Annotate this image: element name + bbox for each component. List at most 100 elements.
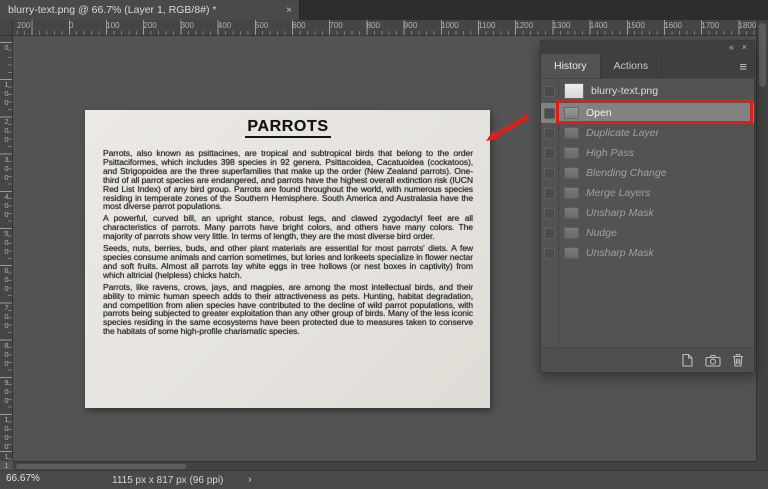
ruler-corner (0, 20, 13, 36)
panel-tab-bar: History Actions ≡ (541, 54, 754, 79)
ruler-label: 0 (2, 43, 11, 52)
document-paragraph: Seeds, nuts, berries, buds, and other pl… (103, 243, 473, 280)
ruler-label: 1000 (2, 415, 11, 451)
history-state-icon (564, 107, 579, 119)
horizontal-scrollbar[interactable] (13, 461, 756, 470)
status-bar: 1115 px x 817 px (96 ppi) › (0, 470, 768, 489)
history-brush-checkbox[interactable] (544, 127, 555, 139)
history-state-icon (564, 127, 579, 139)
ruler-label: 700 (329, 21, 343, 30)
delete-state-button[interactable] (732, 353, 744, 367)
ruler-label: 1200 (515, 21, 534, 30)
history-brush-checkbox[interactable] (544, 147, 555, 159)
history-state-row[interactable]: Blending Change (541, 163, 754, 183)
history-brush-checkbox[interactable] (544, 85, 555, 97)
document-paragraph: Parrots, like ravens, crows, jays, and m… (103, 281, 473, 337)
ruler-label: 600 (292, 21, 306, 30)
horizontal-ruler: 200 0 100 200 300 400 500 600 700 800 900 1000 1100 1… (13, 20, 756, 36)
history-state-row[interactable]: Unsharp Mask (541, 243, 754, 263)
history-state-row[interactable]: Duplicate Layer (541, 123, 754, 143)
new-document-from-state-icon (682, 353, 693, 367)
history-state-label: Open (586, 107, 612, 119)
ruler-label: 100 (106, 21, 120, 30)
history-state-icon (564, 167, 579, 179)
ruler-label: 500 (255, 21, 269, 30)
history-panel-footer (541, 347, 754, 372)
history-brush-checkbox[interactable] (544, 107, 555, 119)
history-state-icon (564, 147, 579, 159)
ruler-label: 1700 (701, 21, 720, 30)
ruler-label: 200 (143, 21, 157, 30)
document-body: Parrots, also known as psittacines, are … (103, 149, 473, 336)
history-state-row[interactable]: High Pass (541, 143, 754, 163)
document-title: PARROTS (103, 118, 473, 138)
new-document-from-state-button[interactable] (680, 353, 694, 367)
history-state-row[interactable]: Open (541, 103, 754, 123)
ruler-label: 900 (2, 377, 11, 405)
history-state-label: High Pass (586, 147, 634, 159)
vertical-ruler: 010020030040050060070080090010001100 (0, 36, 13, 488)
history-state-label: Blending Change (586, 167, 667, 179)
history-brush-checkbox[interactable] (544, 167, 555, 179)
tab-actions[interactable]: Actions (601, 54, 663, 78)
ruler-label: 1600 (664, 21, 682, 30)
photoshop-window: blurry-text.png @ 66.7% (Layer 1, RGB/8#… (0, 0, 768, 489)
tab-history[interactable]: History (541, 54, 601, 78)
history-brush-checkbox[interactable] (544, 227, 555, 239)
vertical-scrollbar[interactable] (756, 20, 768, 461)
snapshot-row[interactable]: blurry-text.png (541, 79, 754, 103)
ruler-label: 1500 (627, 21, 645, 30)
horizontal-scrollbar-thumb[interactable] (16, 464, 186, 469)
document-tab-bar: blurry-text.png @ 66.7% (Layer 1, RGB/8#… (0, 0, 768, 20)
history-state-row[interactable]: Unsharp Mask (541, 203, 754, 223)
ruler-label: 1100 (478, 21, 496, 30)
history-brush-checkbox[interactable] (544, 207, 555, 219)
scrollbar-corner (756, 461, 768, 470)
panel-collapse-icon[interactable]: « (729, 41, 734, 54)
history-state-icon (564, 247, 579, 259)
ruler-label: 600 (2, 266, 11, 294)
history-state-label: Duplicate Layer (586, 127, 659, 139)
ruler-label: 1400 (589, 21, 608, 30)
ruler-label: 700 (2, 303, 11, 331)
history-state-row[interactable]: Merge Layers (541, 183, 754, 203)
history-panel: « × History Actions ≡ blurry-text.png Op… (540, 40, 755, 373)
panel-menu-icon[interactable]: ≡ (739, 59, 747, 74)
status-menu-arrow-icon[interactable]: › (248, 474, 252, 486)
snapshot-thumbnail (564, 83, 584, 99)
ruler-label: 300 (2, 154, 11, 182)
document-tab[interactable]: blurry-text.png @ 66.7% (Layer 1, RGB/8#… (0, 0, 300, 20)
ruler-label: 900 (403, 21, 418, 30)
ruler-label: 1800 (738, 21, 757, 30)
ruler-label: 200 (17, 21, 31, 30)
ruler-label: 300 (180, 21, 194, 30)
history-brush-checkbox[interactable] (544, 247, 555, 259)
zoom-level-field[interactable] (6, 473, 54, 484)
ruler-label: 800 (366, 21, 380, 30)
document-info-text: 1115 px x 817 px (96 ppi) (112, 475, 224, 486)
history-state-list: blurry-text.png Open Duplicate Layer High … (541, 79, 754, 347)
new-snapshot-button[interactable] (705, 354, 721, 367)
tab-close-icon[interactable]: × (286, 0, 292, 20)
vertical-scrollbar-thumb[interactable] (759, 23, 766, 87)
history-state-icon (564, 207, 579, 219)
ruler-label: 1000 (441, 21, 459, 30)
delete-state-icon (733, 354, 743, 367)
history-state-row[interactable]: Nudge (541, 223, 754, 243)
history-state-label: Merge Layers (586, 187, 651, 199)
ruler-label: 200 (2, 117, 11, 145)
history-brush-checkbox[interactable] (544, 187, 555, 199)
document-tab-title: blurry-text.png @ 66.7% (Layer 1, RGB/8#… (8, 4, 217, 16)
ruler-label: 500 (2, 229, 11, 256)
ruler-label: 800 (2, 340, 11, 368)
ruler-label: 100 (2, 80, 11, 108)
new-snapshot-icon (705, 354, 721, 367)
history-state-label: Nudge (586, 227, 617, 239)
ruler-label: 400 (217, 21, 232, 30)
panel-close-icon[interactable]: × (742, 41, 747, 54)
history-state-icon (564, 227, 579, 239)
history-state-label: Unsharp Mask (586, 207, 654, 219)
history-state-icon (564, 187, 579, 199)
panel-header-strip[interactable]: « × (541, 41, 754, 54)
snapshot-label: blurry-text.png (591, 85, 659, 97)
